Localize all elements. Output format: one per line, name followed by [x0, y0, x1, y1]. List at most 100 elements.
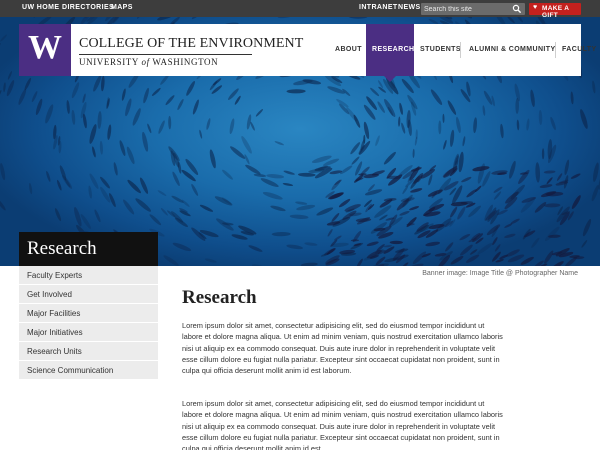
fish-silhouette — [544, 203, 561, 208]
fish-silhouette — [541, 148, 545, 160]
fish-silhouette — [324, 247, 336, 256]
fish-silhouette — [473, 117, 478, 134]
nav-research[interactable]: RESEARCH — [366, 24, 414, 82]
heart-icon: ♥ — [533, 4, 538, 11]
sidebar-item-get-involved[interactable]: Get Involved — [19, 285, 158, 304]
fish-silhouette — [399, 102, 403, 115]
uw-logo[interactable]: W — [19, 24, 71, 76]
fish-silhouette — [46, 170, 51, 182]
fish-silhouette — [214, 196, 233, 206]
fish-silhouette — [204, 258, 217, 263]
fish-silhouette — [296, 204, 316, 211]
fish-silhouette — [33, 17, 40, 18]
fish-silhouette — [93, 75, 102, 92]
fish-silhouette — [340, 165, 353, 175]
fish-silhouette — [3, 82, 6, 93]
fish-silhouette — [62, 175, 73, 189]
fish-silhouette — [0, 163, 6, 181]
sidebar-item-faculty-experts[interactable]: Faculty Experts — [19, 266, 158, 285]
fish-silhouette — [356, 258, 363, 266]
fish-silhouette — [286, 244, 304, 250]
fish-silhouette — [286, 89, 306, 94]
fish-silhouette — [168, 115, 172, 130]
fish-silhouette — [430, 89, 443, 106]
fish-silhouette — [251, 264, 270, 266]
fish-silhouette — [414, 136, 418, 146]
make-a-gift-button[interactable]: ♥ MAKE A GIFT — [529, 3, 581, 19]
fish-silhouette — [535, 162, 541, 183]
title-divider — [79, 54, 252, 55]
banner-image-caption: Banner image: Image Title @ Photographer… — [422, 270, 578, 277]
fish-silhouette — [191, 17, 203, 20]
nav-alumni-community[interactable]: ALUMNI & COMMUNITY — [461, 24, 555, 76]
maps-link[interactable]: MAPS — [111, 4, 133, 11]
fish-silhouette — [191, 183, 199, 196]
utility-bar: UW HOME DIRECTORIES MAPS INTRANET NEWS ♥… — [0, 0, 600, 19]
fish-silhouette — [570, 173, 581, 179]
fish-silhouette — [54, 208, 62, 222]
intranet-link[interactable]: INTRANET — [359, 4, 398, 11]
fish-silhouette — [274, 141, 284, 146]
fish-silhouette — [424, 211, 441, 217]
fish-silhouette — [465, 254, 480, 263]
fish-silhouette — [539, 184, 553, 188]
fish-silhouette — [401, 262, 409, 266]
fish-silhouette — [455, 17, 473, 19]
uw-home-link[interactable]: UW HOME — [22, 4, 59, 11]
fish-silhouette — [143, 87, 149, 104]
sidebar-item-label: Research Units — [27, 347, 82, 356]
fish-silhouette — [142, 131, 149, 152]
fish-silhouette — [389, 240, 403, 245]
fish-silhouette — [571, 195, 581, 210]
university-name[interactable]: UNIVERSITY of WASHINGTON — [79, 57, 218, 67]
fish-silhouette — [384, 98, 396, 118]
fish-silhouette — [99, 140, 103, 155]
fish-silhouette — [582, 218, 592, 237]
fish-silhouette — [363, 134, 366, 144]
fish-silhouette — [350, 239, 360, 242]
sidebar-item-science-communication[interactable]: Science Communication — [19, 361, 158, 380]
fish-silhouette — [57, 179, 62, 191]
fish-silhouette — [289, 214, 309, 220]
fish-silhouette — [482, 105, 486, 116]
fish-silhouette — [82, 93, 86, 104]
sidebar-item-research-units[interactable]: Research Units — [19, 342, 158, 361]
nav-students[interactable]: STUDENTS — [416, 24, 461, 76]
fish-silhouette — [445, 242, 454, 252]
fish-silhouette — [262, 191, 283, 200]
fish-silhouette — [556, 173, 563, 181]
nav-about[interactable]: ABOUT — [330, 24, 365, 76]
fish-silhouette — [126, 146, 135, 165]
fish-silhouette — [248, 245, 263, 252]
fish-silhouette — [171, 195, 184, 203]
fish-silhouette — [499, 254, 509, 260]
fish-silhouette — [449, 129, 455, 147]
fish-silhouette — [125, 98, 132, 117]
sidebar-item-major-initiatives[interactable]: Major Initiatives — [19, 323, 158, 342]
fish-silhouette — [181, 199, 190, 207]
sidebar-item-major-facilities[interactable]: Major Facilities — [19, 304, 158, 323]
fish-silhouette — [277, 17, 298, 19]
fish-silhouette — [283, 170, 295, 175]
fish-silhouette — [450, 206, 458, 218]
fish-silhouette — [172, 171, 180, 186]
news-link[interactable]: NEWS — [398, 4, 421, 11]
fish-silhouette — [592, 80, 596, 94]
nav-faculty[interactable]: FACULTY — [556, 24, 600, 76]
search-icon[interactable] — [512, 4, 522, 14]
section-title: Research — [27, 238, 97, 259]
fish-silhouette — [399, 210, 410, 216]
fish-silhouette — [327, 229, 333, 237]
fish-silhouette — [350, 242, 364, 250]
fish-silhouette — [266, 174, 285, 179]
fish-silhouette — [333, 235, 342, 241]
fish-silhouette — [45, 104, 54, 124]
fish-silhouette — [206, 118, 211, 130]
fish-silhouette — [365, 189, 383, 196]
fish-silhouette — [234, 95, 241, 105]
search-input[interactable] — [424, 3, 512, 15]
fish-silhouette — [282, 182, 294, 187]
directories-link[interactable]: DIRECTORIES — [62, 4, 114, 11]
college-name[interactable]: COLLEGE OF THE ENVIRONMENT — [79, 36, 303, 52]
fish-silhouette — [494, 244, 501, 252]
